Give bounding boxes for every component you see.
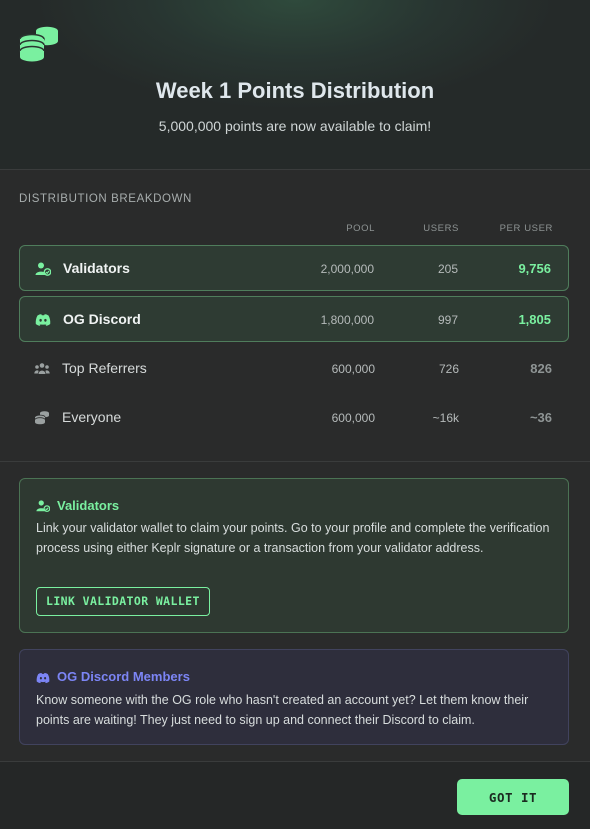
- row-name: Top Referrers: [62, 360, 147, 376]
- row-name: Validators: [63, 260, 130, 276]
- link-validator-wallet-button[interactable]: LINK VALIDATOR WALLET: [36, 587, 210, 616]
- row-per-user: 1,805: [518, 312, 551, 327]
- discord-icon: [35, 314, 51, 326]
- breakdown-row-top-referrers: Top Referrers 600,000 726 826: [19, 346, 569, 392]
- column-header-pool: POOL: [346, 223, 375, 234]
- breakdown-row-og-discord: OG Discord 1,800,000 997 1,805: [19, 296, 569, 342]
- row-pool: 2,000,000: [320, 262, 374, 276]
- validators-card-title: Validators: [57, 498, 120, 513]
- row-pool: 1,800,000: [320, 313, 374, 327]
- row-name: Everyone: [62, 409, 122, 425]
- row-per-user: 826: [530, 361, 552, 376]
- modal-subtitle: 5,000,000 points are now available to cl…: [158, 118, 432, 134]
- user-check-icon: [35, 262, 51, 276]
- row-users: 997: [437, 313, 458, 327]
- modal-header: Week 1 Points Distribution 5,000,000 poi…: [0, 0, 590, 170]
- og-discord-card-body: Know someone with the OG role who hasn't…: [36, 693, 529, 727]
- breakdown-row-validators: Validators 2,000,000 205 9,756: [19, 245, 569, 291]
- got-it-button[interactable]: GOT IT: [457, 779, 569, 815]
- row-users: 726: [438, 362, 459, 376]
- validators-card-body: Link your validator wallet to claim your…: [36, 521, 550, 555]
- column-header-per-user: PER USER: [499, 223, 553, 234]
- row-users: 205: [437, 262, 458, 276]
- validators-card: Validators Link your validator wallet to…: [19, 478, 569, 633]
- row-per-user: 9,756: [518, 261, 551, 276]
- coins-stack-icon: [19, 26, 58, 62]
- row-users: ~16k: [432, 411, 459, 425]
- row-name: OG Discord: [63, 311, 141, 327]
- row-pool: 600,000: [331, 411, 375, 425]
- modal-footer: GOT IT: [0, 761, 590, 829]
- discord-icon: [36, 672, 50, 684]
- breakdown-label: DISTRIBUTION BREAKDOWN: [19, 193, 192, 205]
- section-divider: [0, 461, 590, 462]
- column-header-users: USERS: [423, 223, 459, 234]
- row-per-user: ~36: [529, 410, 552, 425]
- modal-title: Week 1 Points Distribution: [155, 78, 435, 103]
- users-group-icon: [34, 363, 50, 374]
- row-pool: 600,000: [331, 362, 375, 376]
- user-check-icon: [36, 500, 50, 513]
- og-discord-card: OG Discord Members Know someone with the…: [19, 649, 569, 745]
- og-discord-card-title: OG Discord Members: [57, 669, 190, 684]
- coins-icon: [34, 411, 49, 425]
- breakdown-row-everyone: Everyone 600,000 ~16k ~36: [19, 395, 569, 441]
